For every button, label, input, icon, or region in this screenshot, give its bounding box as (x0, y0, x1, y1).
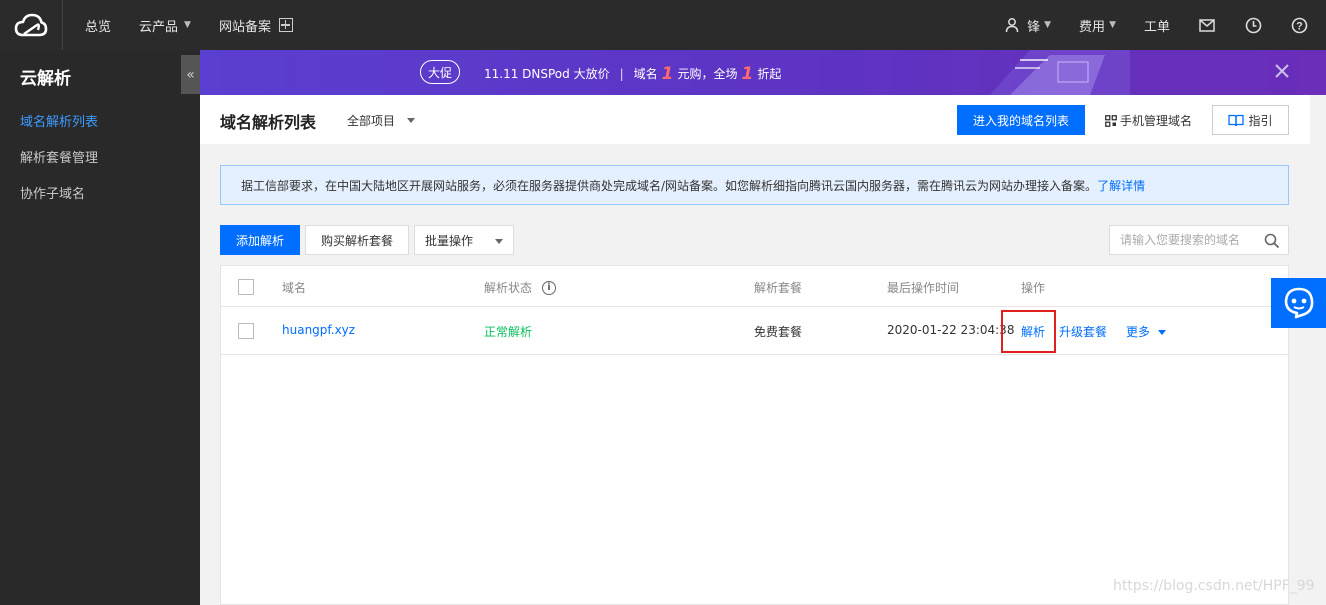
mail-icon[interactable] (1198, 16, 1216, 34)
nav-overview[interactable]: 总览 (85, 16, 111, 35)
column-last-modified: 最后操作时间 (887, 281, 960, 295)
column-plan: 解析套餐 (754, 281, 803, 295)
svg-text:?: ? (1296, 20, 1303, 32)
promo-text-discount: 折起 (757, 67, 782, 81)
book-icon (1228, 114, 1245, 126)
plan-text: 免费套餐 (754, 325, 803, 339)
ticket-link[interactable]: 工单 (1144, 16, 1170, 35)
add-record-button[interactable]: 添加解析 (220, 225, 300, 255)
user-icon (1005, 18, 1019, 33)
watermark-text: https://blog.csdn.net/HPF_99 (1113, 578, 1315, 594)
batch-operation-select[interactable]: 批量操作 (414, 225, 514, 255)
nav-products-label: 云产品 (139, 19, 179, 35)
info-icon[interactable]: i (542, 280, 557, 295)
sidebar-title: 云解析 (20, 69, 71, 89)
select-all-checkbox[interactable] (238, 279, 254, 295)
promo-text-price: 元购，全场 (677, 67, 738, 81)
chevron-down-icon (1158, 330, 1167, 335)
column-status-label: 解析状态 (484, 281, 533, 295)
domain-table: 域名 解析状态 i 解析套餐 最后操作时间 操作 huangpf.xyz 正常解… (220, 265, 1289, 605)
sidebar: 云解析 « 域名解析列表 解析套餐管理 协作子域名 (0, 50, 200, 605)
more-actions-label: 更多 (1126, 325, 1151, 339)
mobile-manage-label: 手机管理域名 (1120, 114, 1193, 128)
promo-text-domain: 域名 (633, 67, 658, 81)
upgrade-plan-link[interactable]: 升级套餐 (1059, 323, 1107, 340)
chevron-down-icon: ▼ (184, 20, 191, 30)
qrcode-icon (1105, 114, 1117, 127)
column-actions: 操作 (1021, 281, 1046, 295)
billing-menu[interactable]: 费用 ▼ (1079, 16, 1116, 35)
page-header: 域名解析列表 全部项目 进入我的域名列表 手机管理域名 指引 (200, 95, 1310, 144)
guide-button[interactable]: 指引 (1212, 105, 1289, 135)
promo-price: 1 (661, 63, 674, 84)
help-icon[interactable]: ? (1290, 16, 1308, 34)
ticket-label: 工单 (1143, 19, 1170, 35)
sidebar-item-shared-subdomain[interactable]: 协作子域名 (20, 183, 85, 202)
nav-icp-filing[interactable]: 网站备案 (219, 16, 293, 35)
row-checkbox[interactable] (238, 323, 254, 339)
user-menu[interactable]: 锋 ▼ (1005, 16, 1051, 35)
billing-label: 费用 (1079, 19, 1106, 35)
plus-box-icon (278, 18, 293, 32)
scroll-gutter (1310, 95, 1326, 605)
chevron-down-icon (407, 118, 416, 123)
collapse-sidebar-button[interactable]: « (181, 55, 200, 94)
notice-text: 据工信部要求，在中国大陆地区开展网站服务，必须在服务器提供商处完成域名/网站备案… (241, 178, 1098, 193)
table-row: huangpf.xyz 正常解析 免费套餐 2020-01-22 23:04:3… (221, 307, 1288, 355)
customer-service-icon (1284, 287, 1313, 319)
domain-search-input[interactable] (1120, 233, 1260, 247)
chevron-down-icon (495, 239, 503, 244)
domain-search-box (1109, 225, 1289, 255)
promo-banner[interactable]: 大促 11.11 DNSPod 大放价 | 域名 1 元购，全场 1 折起 (200, 50, 1326, 95)
promo-title: 11.11 DNSPod 大放价 (484, 67, 610, 81)
table-header: 域名 解析状态 i 解析套餐 最后操作时间 操作 (221, 266, 1288, 307)
close-icon[interactable] (1272, 61, 1292, 81)
top-navbar: 总览 云产品 ▼ 网站备案 锋 ▼ 费用 ▼ 工单 ? (0, 0, 1326, 50)
more-actions-menu[interactable]: 更多 (1126, 323, 1167, 340)
domain-link[interactable]: huangpf.xyz (282, 323, 355, 337)
page-title: 域名解析列表 (220, 113, 317, 132)
column-status: 解析状态 i (484, 279, 557, 296)
customer-service-button[interactable] (1271, 278, 1326, 328)
nav-icp-filing-label: 网站备案 (218, 19, 271, 35)
sidebar-item-plan-management[interactable]: 解析套餐管理 (20, 147, 98, 166)
guide-label: 指引 (1248, 113, 1273, 128)
project-selector-label: 全部项目 (347, 114, 396, 128)
banner-decoration-icon (990, 50, 1130, 95)
sidebar-item-dns-list[interactable]: 域名解析列表 (20, 111, 98, 130)
cloud-logo-icon[interactable] (0, 0, 63, 50)
promo-separator: | (619, 66, 624, 81)
nav-overview-label: 总览 (85, 19, 112, 35)
chevron-down-icon: ▼ (1109, 20, 1116, 30)
icp-notice: 据工信部要求，在中国大陆地区开展网站服务，必须在服务器提供商处完成域名/网站备案… (220, 165, 1289, 205)
user-name: 锋 (1027, 19, 1041, 35)
clock-icon[interactable] (1244, 16, 1262, 34)
batch-operation-label: 批量操作 (425, 233, 474, 248)
search-icon[interactable] (1264, 233, 1280, 249)
top-right-menu: 锋 ▼ 费用 ▼ 工单 ? (1005, 0, 1326, 50)
promo-discount: 1 (741, 63, 754, 84)
nav-products[interactable]: 云产品 ▼ (139, 16, 191, 35)
chevron-down-icon: ▼ (1044, 20, 1052, 30)
enter-domain-list-button[interactable]: 进入我的域名列表 (957, 105, 1085, 135)
promo-badge: 大促 (420, 60, 460, 84)
promo-text: 11.11 DNSPod 大放价 | 域名 1 元购，全场 1 折起 (484, 65, 781, 82)
status-text: 正常解析 (484, 325, 533, 339)
mobile-manage-link[interactable]: 手机管理域名 (1105, 112, 1192, 129)
project-selector[interactable]: 全部项目 (347, 112, 416, 129)
notice-learn-more-link[interactable]: 了解详情 (1097, 177, 1145, 194)
column-domain: 域名 (282, 281, 307, 295)
resolve-action-link[interactable]: 解析 (1021, 323, 1045, 340)
last-modified-time: 2020-01-22 23:04:38 (887, 323, 1015, 337)
buy-plan-button[interactable]: 购买解析套餐 (305, 225, 409, 255)
